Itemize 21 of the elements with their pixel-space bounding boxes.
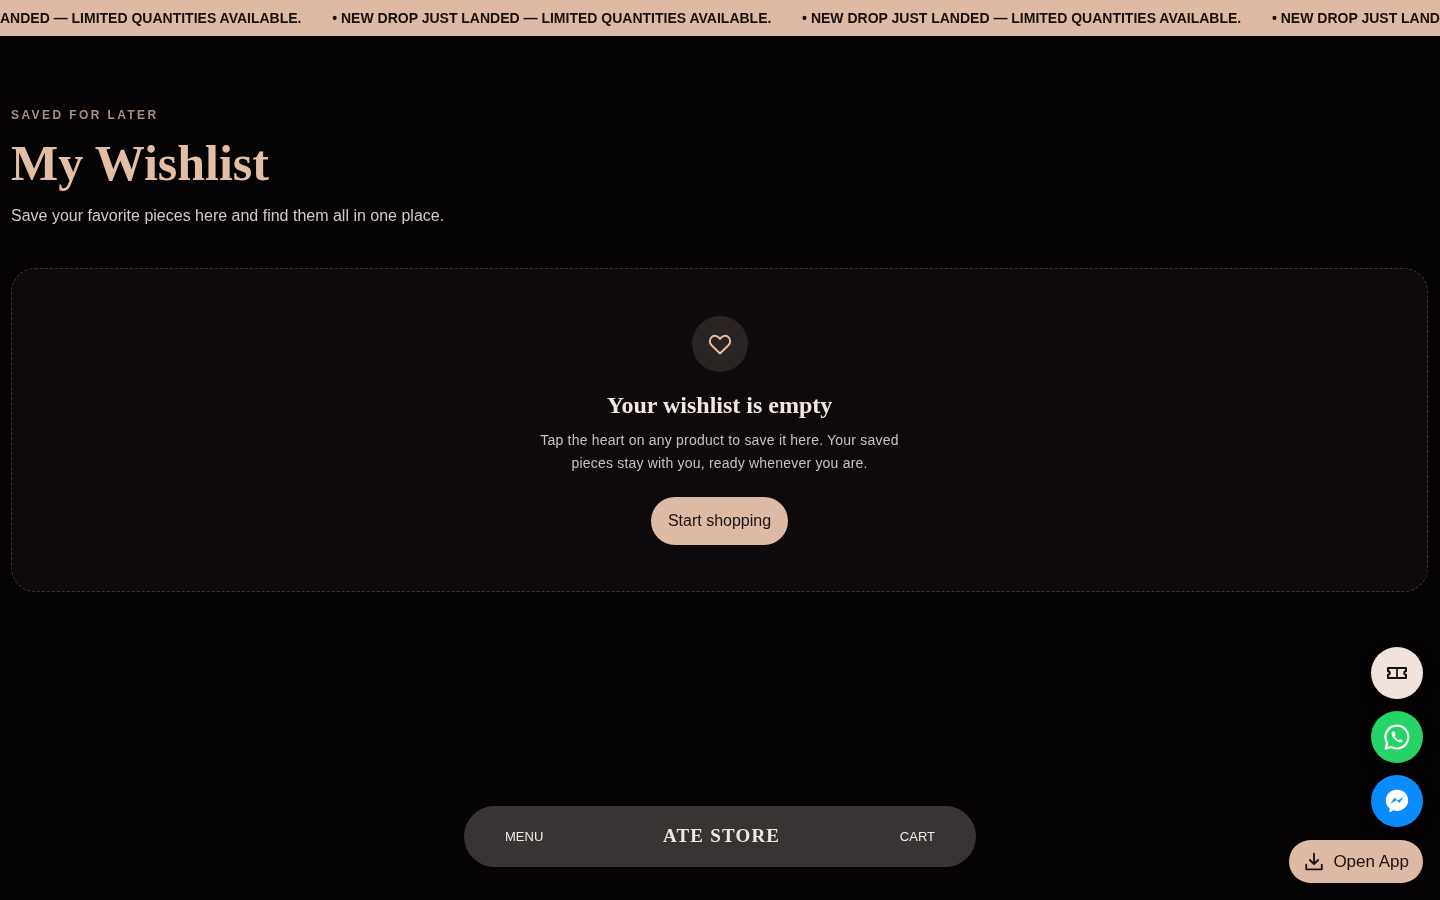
eyebrow-label: SAVED FOR LATER xyxy=(11,108,160,123)
start-shopping-button[interactable]: Start shopping xyxy=(650,496,789,545)
menu-link[interactable]: MENU xyxy=(505,826,544,847)
phone-bubble-icon xyxy=(1383,723,1411,751)
lightning-bubble-icon xyxy=(1383,787,1411,815)
ticket-button[interactable] xyxy=(1371,647,1423,699)
page-subtitle: Save your favorite pieces here and find them all in one place. xyxy=(11,206,446,227)
chat-button[interactable] xyxy=(1371,711,1423,763)
page-title: My Wishlist xyxy=(11,136,270,192)
open-app-label: Open App xyxy=(1333,850,1409,873)
announcement-text: • NEW DROP JUST LANDED — LIMITED QUANTITIES AVAILABLE. xyxy=(802,11,1242,25)
open-app-button[interactable]: Open App xyxy=(1289,840,1423,883)
announcement-text: • NEW DROP JUST LANDED — LIMITED QUANTITIES AVAILABLE. xyxy=(332,11,772,25)
cart-link[interactable]: CART xyxy=(899,826,935,847)
download-icon xyxy=(1303,850,1326,873)
announcement-text: • NEW DROP JUST LAND xyxy=(1271,11,1440,25)
message-button[interactable] xyxy=(1371,775,1423,827)
empty-state-title: Your wishlist is empty xyxy=(606,390,833,420)
empty-state-message: Tap the heart on any product to save it here. Your saved pieces stay with you, ready whenever you are. xyxy=(539,430,900,473)
announcement-text: ANDED — LIMITED QUANTITIES AVAILABLE. xyxy=(0,11,302,25)
store-logo[interactable]: ATE STORE xyxy=(662,822,781,851)
